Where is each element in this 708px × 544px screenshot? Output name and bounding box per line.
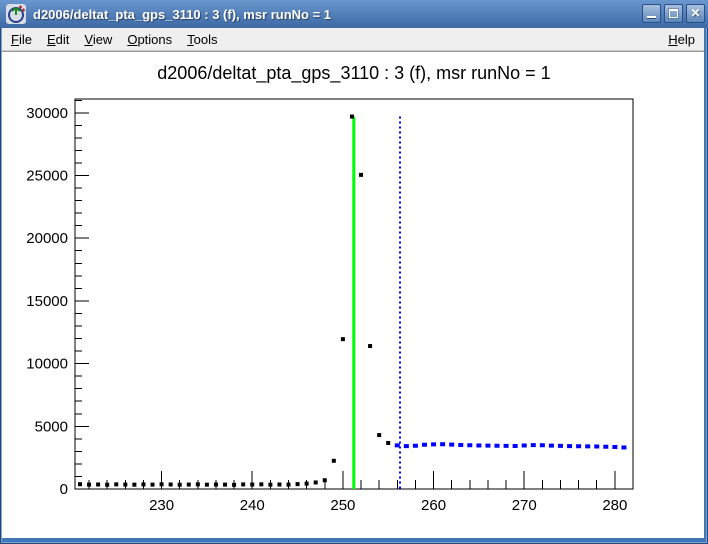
histogram-data-marker: [78, 482, 82, 486]
fit-dashed-blue-marker: [458, 443, 463, 447]
fit-dashed-blue-marker: [549, 444, 554, 448]
histogram-data-marker: [314, 480, 318, 484]
close-icon: ✕: [687, 5, 704, 22]
histogram-data-marker: [386, 441, 390, 445]
histogram-data-marker: [232, 483, 236, 487]
histogram-data-marker: [268, 483, 272, 487]
y-tick-label: 5000: [35, 418, 68, 435]
histogram-data-marker: [259, 482, 263, 486]
histogram-plot[interactable]: d2006/deltat_pta_gps_3110 : 3 (f), msr r…: [2, 52, 704, 538]
histogram-data-marker: [359, 173, 363, 177]
window-title: d2006/deltat_pta_gps_3110 : 3 (f), msr r…: [33, 7, 331, 22]
histogram-data-marker: [223, 483, 227, 487]
x-tick-label: 280: [602, 497, 627, 514]
fit-dashed-blue-marker: [603, 445, 608, 449]
menu-edit[interactable]: Edit: [40, 30, 76, 49]
histogram-data-marker: [341, 337, 345, 341]
histogram-data-marker: [87, 483, 91, 487]
histogram-data-marker: [296, 482, 300, 486]
chart-title: d2006/deltat_pta_gps_3110 : 3 (f), msr r…: [157, 63, 550, 84]
maximize-button[interactable]: [664, 4, 683, 23]
fit-dashed-blue-marker: [495, 444, 500, 448]
histogram-data-marker: [114, 482, 118, 486]
fit-dashed-blue-marker: [594, 444, 599, 448]
menu-tools[interactable]: Tools: [180, 30, 224, 49]
histogram-data-marker: [178, 483, 182, 487]
fit-dashed-blue-marker: [485, 444, 490, 448]
root-app-icon: [6, 4, 26, 24]
x-tick-label: 230: [149, 497, 174, 514]
title-bar[interactable]: d2006/deltat_pta_gps_3110 : 3 (f), msr r…: [0, 0, 708, 28]
y-tick-label: 10000: [26, 356, 68, 373]
histogram-data-marker: [241, 482, 245, 486]
fit-dashed-blue-marker: [531, 443, 536, 447]
menu-help[interactable]: Help: [659, 30, 704, 49]
fit-dashed-blue-marker: [467, 443, 472, 447]
fit-dashed-blue-marker: [422, 443, 427, 447]
fit-dashed-blue-marker: [576, 444, 581, 448]
menu-options[interactable]: Options: [120, 30, 179, 49]
fit-dashed-blue-marker: [540, 443, 545, 447]
fit-dashed-blue-marker: [621, 445, 626, 449]
histogram-data-marker: [368, 344, 372, 348]
histogram-data-marker: [377, 433, 381, 437]
menu-file[interactable]: File: [4, 30, 39, 49]
histogram-data-marker: [132, 483, 136, 487]
histogram-data-marker: [305, 482, 309, 486]
fit-dashed-blue-marker: [558, 444, 563, 448]
fit-dashed-blue-marker: [504, 444, 509, 448]
x-tick-label: 250: [330, 497, 355, 514]
fit-dashed-blue-marker: [395, 443, 400, 447]
minimize-button[interactable]: [642, 4, 661, 23]
y-tick-label: 25000: [26, 167, 68, 184]
fit-dashed-blue-marker: [585, 444, 590, 448]
menu-bar: File Edit View Options Tools Help: [2, 28, 704, 51]
fit-dashed-blue-marker: [513, 444, 518, 448]
minimize-icon: [647, 16, 656, 18]
plot-canvas[interactable]: d2006/deltat_pta_gps_3110 : 3 (f), msr r…: [2, 51, 704, 538]
histogram-data-marker: [250, 483, 254, 487]
menu-view[interactable]: View: [77, 30, 119, 49]
histogram-data-marker: [187, 483, 191, 487]
close-button[interactable]: ✕: [686, 4, 705, 23]
fit-dashed-blue-marker: [413, 444, 418, 448]
window-controls: ✕: [639, 4, 705, 23]
fit-dashed-blue-marker: [476, 443, 481, 447]
histogram-data-marker: [277, 482, 281, 486]
fit-dashed-blue-marker: [431, 442, 436, 446]
fit-dashed-blue-marker: [612, 445, 617, 449]
histogram-data-marker: [214, 482, 218, 486]
y-tick-label: 20000: [26, 230, 68, 247]
fit-dashed-blue-marker: [522, 443, 527, 447]
fit-dashed-blue-marker: [449, 443, 454, 447]
x-tick-label: 240: [240, 497, 265, 514]
fit-dashed-blue-marker: [404, 444, 409, 448]
histogram-data-marker: [123, 483, 127, 487]
x-tick-label: 260: [421, 497, 446, 514]
histogram-data-marker: [169, 482, 173, 486]
maximize-icon: [669, 9, 678, 18]
histogram-data-marker: [151, 483, 155, 487]
y-tick-label: 0: [60, 481, 68, 498]
histogram-data-marker: [332, 459, 336, 463]
histogram-data-marker: [323, 478, 327, 482]
y-tick-label: 30000: [26, 105, 68, 122]
root-canvas-window: d2006/deltat_pta_gps_3110 : 3 (f), msr r…: [0, 0, 708, 544]
histogram-data-marker: [105, 483, 109, 487]
y-tick-label: 15000: [26, 293, 68, 310]
histogram-data-marker: [196, 482, 200, 486]
fit-dashed-blue-marker: [567, 444, 572, 448]
histogram-data-marker: [96, 482, 100, 486]
x-tick-label: 270: [512, 497, 537, 514]
histogram-data-marker: [205, 483, 209, 487]
histogram-data-marker: [350, 115, 354, 119]
histogram-data-marker: [160, 482, 164, 486]
histogram-data-marker: [286, 483, 290, 487]
histogram-data-marker: [141, 482, 145, 486]
fit-dashed-blue-marker: [440, 442, 445, 446]
